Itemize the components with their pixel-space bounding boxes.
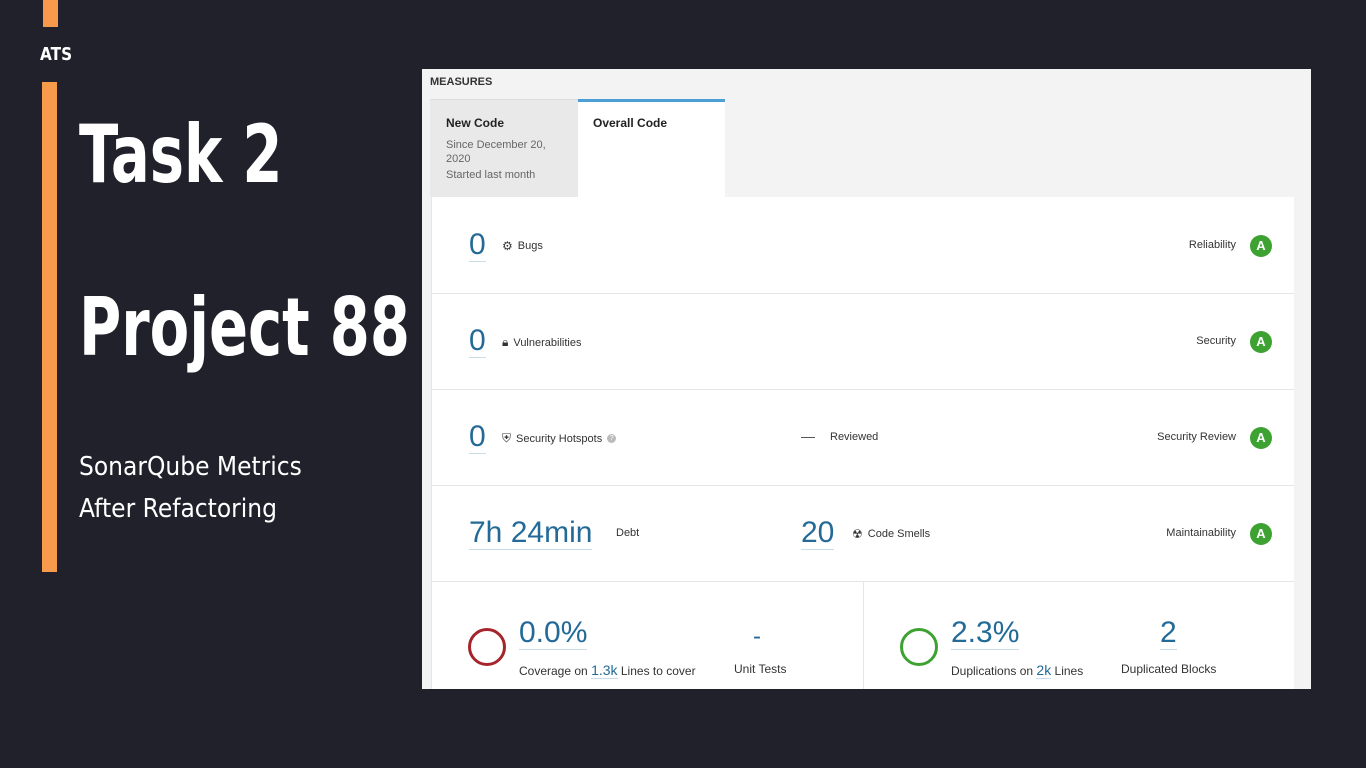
reviewed-dash [801, 437, 815, 438]
bugs-value[interactable]: 0 [469, 229, 486, 262]
code-smell-icon: ☢ [852, 527, 863, 541]
vulnerabilities-value[interactable]: 0 [469, 325, 486, 358]
bugs-label: Bugs [517, 240, 543, 252]
maintainability-grade[interactable]: A [1250, 523, 1272, 545]
security-label: Security [1196, 335, 1236, 347]
accent-side-bar [42, 82, 57, 572]
tab-overall-code[interactable]: Overall Code [578, 99, 725, 197]
unit-tests-value[interactable]: - [753, 621, 761, 653]
duplications-label-suffix: Lines [1054, 664, 1084, 678]
reviewed-label: Reviewed [830, 431, 879, 443]
brand-label: ATS [40, 44, 73, 65]
tab-new-code[interactable]: New Code Since December 20, 2020 Started… [430, 99, 578, 197]
subtitle-line-2: After Refactoring [79, 494, 277, 524]
duplications-ring-icon [900, 628, 938, 666]
maintainability-row: 7h 24min Debt 20 ☢ Code Smells Maintaina… [432, 485, 1294, 582]
hotspots-row: 0 ⛨ Security Hotspots ? Reviewed Securit… [432, 389, 1294, 486]
project-title: Project 88 [79, 281, 410, 374]
tab-new-code-since: Since December 20, 2020 [446, 139, 546, 165]
slide-title: Task 2 [79, 108, 283, 201]
hotspots-value[interactable]: 0 [469, 421, 486, 454]
lock-icon: 🔒︎ [502, 335, 509, 349]
coverage-lines-link[interactable]: 1.3k [591, 662, 618, 679]
duplications-lines-link[interactable]: 2k [1036, 662, 1052, 679]
code-smells-label-group: ☢ Code Smells [852, 527, 930, 541]
coverage-block: 0.0% Coverage on 1.3k Lines to cover - U… [432, 581, 864, 689]
duplications-label-prefix: Duplications on [951, 664, 1034, 678]
coverage-ring-icon [468, 628, 506, 666]
code-smells-value[interactable]: 20 [801, 517, 835, 550]
measures-header: MEASURES [430, 76, 493, 88]
bugs-label-group: ⚙ Bugs [502, 239, 543, 253]
vulnerabilities-label: Vulnerabilities [513, 336, 582, 349]
measures-panel: 0 ⚙ Bugs Reliability A 0 🔒︎ Vulnerabilit… [431, 197, 1294, 689]
bug-icon: ⚙ [502, 239, 513, 253]
coverage-value[interactable]: 0.0% [519, 617, 588, 650]
coverage-label: Coverage on 1.3k Lines to cover [519, 662, 696, 679]
duplicated-blocks-label: Duplicated Blocks [1121, 662, 1217, 676]
security-review-grade[interactable]: A [1250, 427, 1272, 449]
subtitle-line-1: SonarQube Metrics [79, 452, 302, 482]
sonarqube-screenshot: MEASURES New Code Since December 20, 202… [422, 69, 1311, 689]
shield-icon: ⛨ [502, 431, 512, 445]
tab-overall-code-title: Overall Code [593, 116, 668, 130]
debt-label: Debt [616, 527, 640, 539]
reliability-label: Reliability [1188, 239, 1236, 251]
bugs-row: 0 ⚙ Bugs Reliability A [432, 197, 1294, 294]
code-smells-label: Code Smells [867, 528, 931, 540]
unit-tests-label: Unit Tests [734, 662, 787, 676]
coverage-duplications-section: 0.0% Coverage on 1.3k Lines to cover - U… [432, 581, 1294, 689]
hotspots-label: Security Hotspots [516, 432, 603, 445]
duplicated-blocks-value[interactable]: 2 [1160, 617, 1177, 650]
hotspots-label-group: ⛨ Security Hotspots ? [502, 431, 617, 446]
duplications-value[interactable]: 2.3% [951, 617, 1020, 650]
reliability-grade[interactable]: A [1250, 235, 1272, 257]
vulnerabilities-row: 0 🔒︎ Vulnerabilities Security A [432, 293, 1294, 390]
coverage-label-prefix: Coverage on [519, 664, 588, 678]
duplications-label: Duplications on 2k Lines [951, 662, 1084, 679]
tab-new-code-started: Started last month [446, 169, 536, 181]
vulnerabilities-label-group: 🔒︎ Vulnerabilities [502, 335, 581, 350]
accent-top-bar [43, 0, 58, 27]
maintainability-label: Maintainability [1166, 527, 1236, 539]
help-icon[interactable]: ? [607, 434, 617, 443]
security-grade[interactable]: A [1250, 331, 1272, 353]
debt-value[interactable]: 7h 24min [469, 517, 593, 550]
duplications-block: 2.3% Duplications on 2k Lines 2 Duplicat… [864, 581, 1294, 689]
tab-new-code-title: New Code [446, 116, 505, 130]
security-review-label: Security Review [1157, 431, 1236, 443]
coverage-label-suffix: Lines to cover [620, 664, 696, 678]
